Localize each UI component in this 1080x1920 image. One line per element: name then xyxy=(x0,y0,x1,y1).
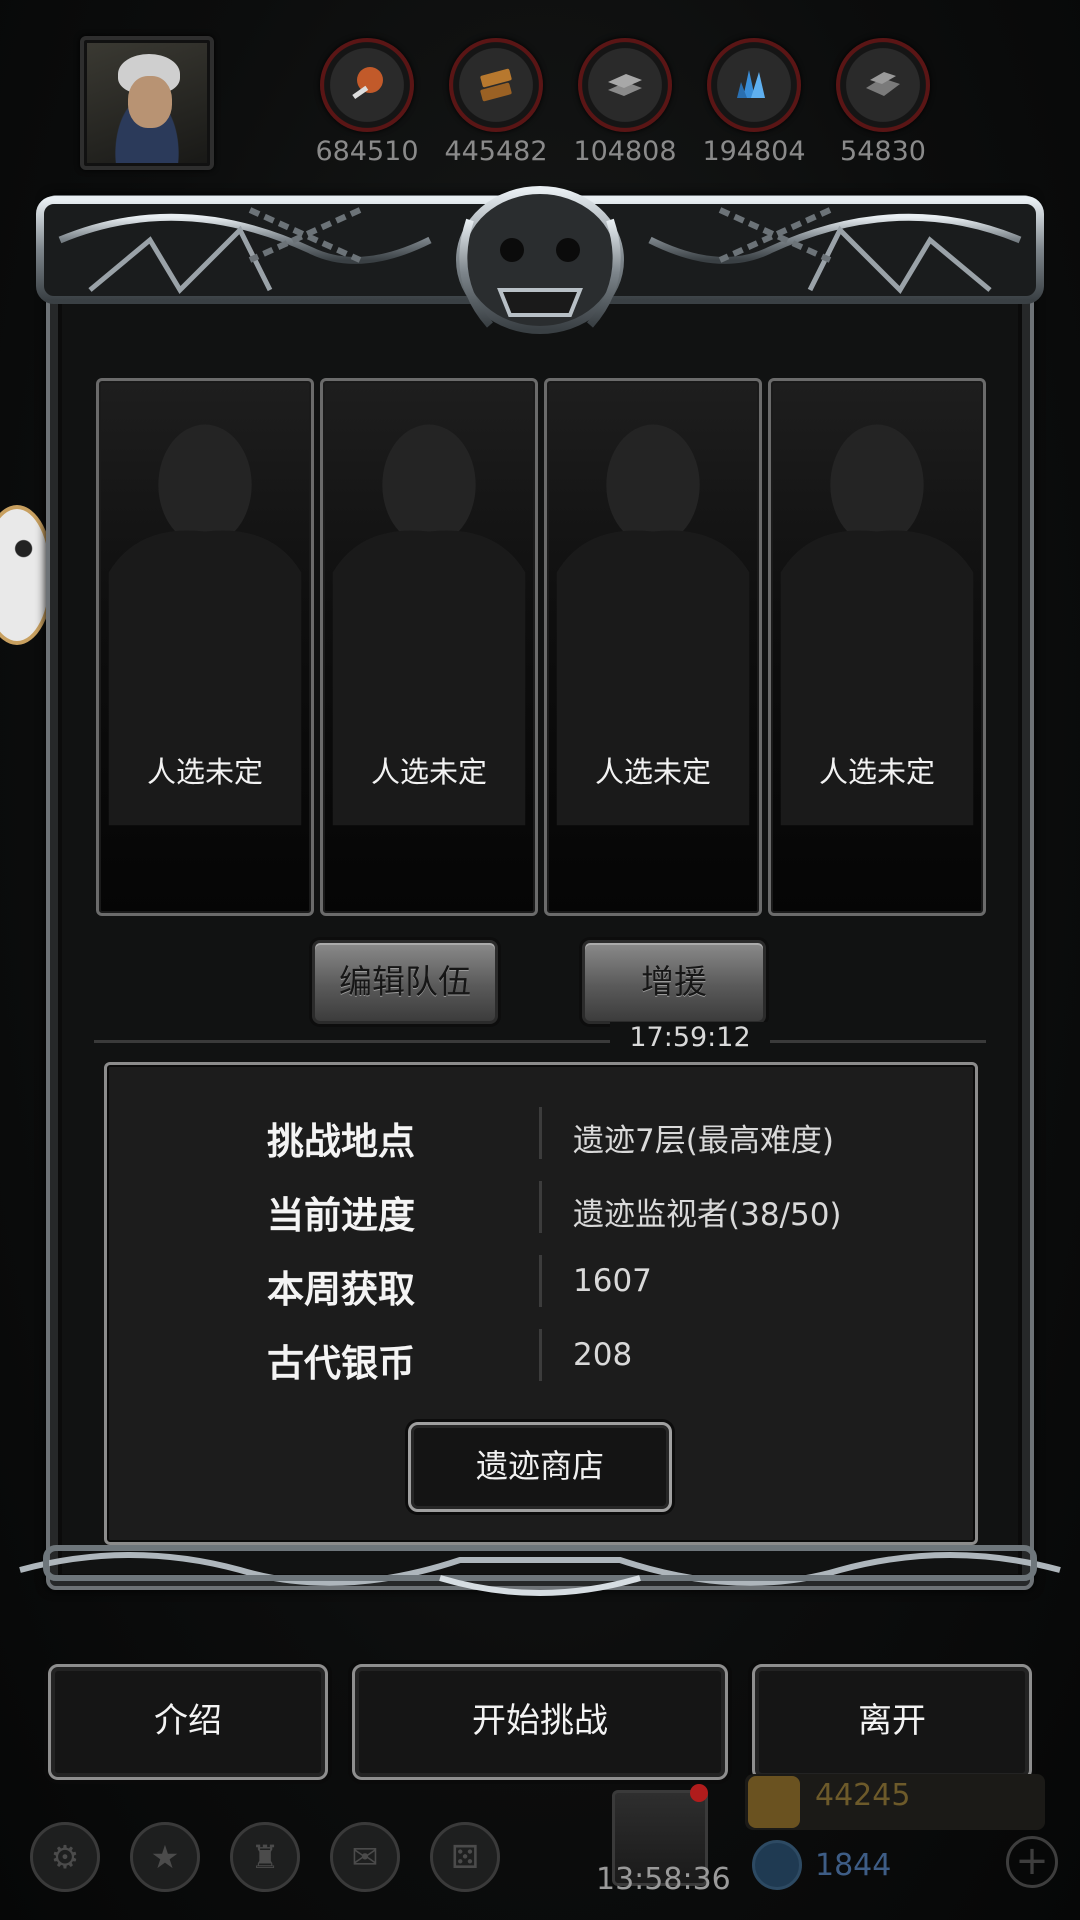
slot-label: 人选未定 xyxy=(146,755,263,789)
info-key: 本周获取 xyxy=(267,1268,415,1311)
resource-meat: 684510 xyxy=(312,38,422,167)
gold-icon xyxy=(748,1776,800,1828)
info-row-weekly: 本周获取 1607 xyxy=(107,1253,975,1313)
edit-team-button[interactable]: 编辑队伍 xyxy=(312,940,498,1024)
settings-gear-icon[interactable]: ⚙ xyxy=(30,1822,100,1892)
dice-icon[interactable]: ⚄ xyxy=(430,1822,500,1892)
resource-crystal: 194804 xyxy=(699,38,809,167)
hero-slot-2[interactable]: 人选未定 xyxy=(320,378,538,916)
reinforce-button[interactable]: 增援 xyxy=(582,940,766,1024)
resource-value: 54830 xyxy=(840,136,926,167)
tower-icon[interactable]: ♜ xyxy=(230,1822,300,1892)
slot-label: 人选未定 xyxy=(370,755,487,789)
info-row-progress: 当前进度 遗迹监视者(38/50) xyxy=(107,1179,975,1239)
resource-wood: 445482 xyxy=(441,38,551,167)
panel-ornament-bottom xyxy=(19,1545,1061,1596)
intro-button[interactable]: 介绍 xyxy=(48,1664,328,1780)
info-key: 当前进度 xyxy=(267,1194,415,1237)
start-challenge-button[interactable]: 开始挑战 xyxy=(352,1664,728,1780)
info-value: 208 xyxy=(573,1337,633,1373)
slot-label: 人选未定 xyxy=(594,755,711,789)
info-key: 挑战地点 xyxy=(267,1120,415,1163)
gem-icon xyxy=(752,1840,802,1890)
reinforce-timer: 17:59:12 xyxy=(610,1022,770,1053)
resource-value: 445482 xyxy=(444,136,548,167)
resource-value: 104808 xyxy=(573,136,677,167)
crystal-icon xyxy=(707,38,801,132)
info-key: 古代银币 xyxy=(267,1342,415,1385)
hero-slot-1[interactable]: 人选未定 xyxy=(96,378,314,916)
panel-ornament-top xyxy=(36,186,1044,334)
iron-icon xyxy=(578,38,672,132)
add-currency-icon[interactable]: + xyxy=(1006,1836,1058,1888)
notification-dot xyxy=(690,1784,708,1802)
slot-label: 人选未定 xyxy=(818,755,935,789)
mail-icon[interactable]: ✉ xyxy=(330,1822,400,1892)
resource-iron: 104808 xyxy=(570,38,680,167)
info-row-location: 挑战地点 遗迹7层(最高难度) xyxy=(107,1105,975,1165)
game-clock: 13:58:36 xyxy=(596,1862,731,1897)
info-value: 遗迹监视者(38/50) xyxy=(573,1197,842,1233)
wood-icon xyxy=(449,38,543,132)
divider xyxy=(94,1040,986,1043)
resource-value: 194804 xyxy=(702,136,806,167)
hero-slot-4[interactable]: 人选未定 xyxy=(768,378,986,916)
gem-value: 1844 xyxy=(815,1848,892,1883)
hero-slot-3[interactable]: 人选未定 xyxy=(544,378,762,916)
stone-icon xyxy=(836,38,930,132)
info-value: 1607 xyxy=(573,1263,652,1299)
info-value: 遗迹7层(最高难度) xyxy=(573,1123,834,1159)
ruins-shop-button[interactable]: 遗迹商店 xyxy=(408,1422,672,1512)
gold-value: 44245 xyxy=(815,1778,911,1813)
leave-button[interactable]: 离开 xyxy=(752,1664,1032,1780)
star-icon[interactable]: ★ xyxy=(130,1822,200,1892)
meat-icon xyxy=(320,38,414,132)
resource-stone: 54830 xyxy=(828,38,938,167)
resource-value: 684510 xyxy=(315,136,419,167)
info-row-silver: 古代银币 208 xyxy=(107,1327,975,1387)
player-avatar[interactable] xyxy=(80,36,214,170)
